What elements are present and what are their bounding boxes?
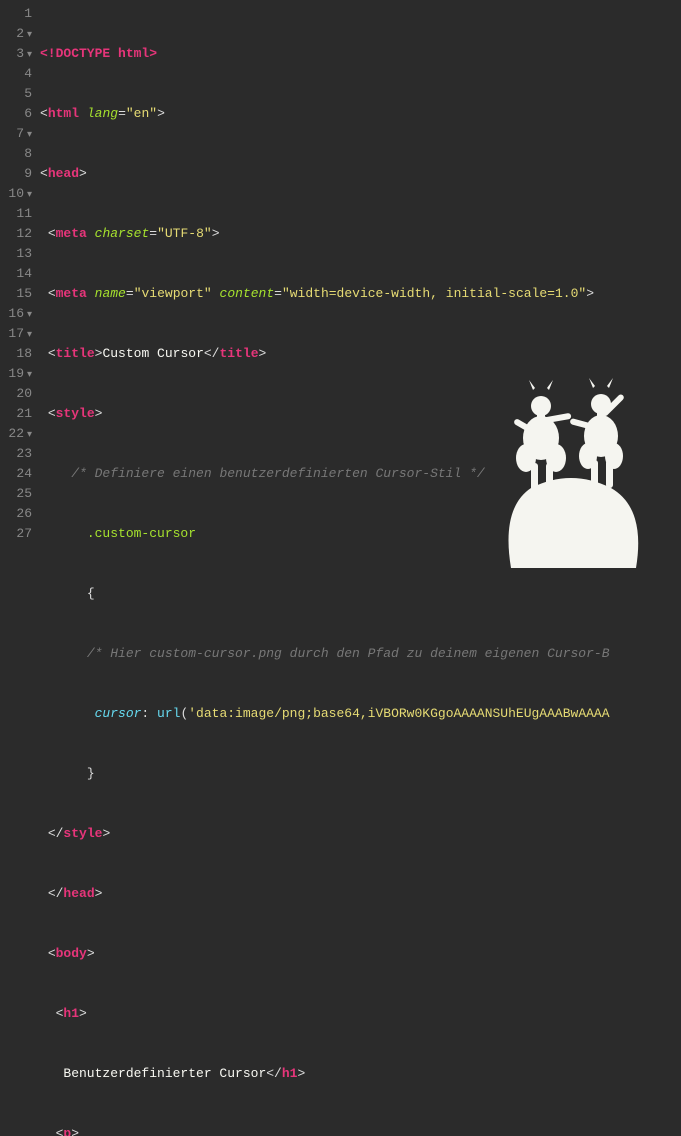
code-line[interactable]: <!DOCTYPE html> <box>40 44 610 64</box>
line-number: 17▾ <box>4 324 32 344</box>
code-line[interactable]: { <box>40 584 610 604</box>
code-line[interactable]: <title>Custom Cursor</title> <box>40 344 610 364</box>
code-line[interactable]: <style> <box>40 404 610 424</box>
line-number: 6 <box>4 104 32 124</box>
code-editor[interactable]: 1 2▾ 3▾ 4 5 6 7▾ 8 9 10▾ 11 12 13 14 15 … <box>0 0 681 568</box>
line-number: 1 <box>4 4 32 24</box>
code-line[interactable]: <meta charset="UTF-8"> <box>40 224 610 244</box>
line-number: 19▾ <box>4 364 32 384</box>
line-number: 27 <box>4 524 32 544</box>
line-number: 9 <box>4 164 32 184</box>
code-line[interactable]: <h1> <box>40 1004 610 1024</box>
line-number: 10▾ <box>4 184 32 204</box>
line-number: 3▾ <box>4 44 32 64</box>
line-number: 11 <box>4 204 32 224</box>
line-number: 18 <box>4 344 32 364</box>
line-number: 23 <box>4 444 32 464</box>
code-line[interactable]: <meta name="viewport" content="width=dev… <box>40 284 610 304</box>
code-line[interactable]: cursor: url('data:image/png;base64,iVBOR… <box>40 704 610 724</box>
code-line[interactable]: </style> <box>40 824 610 844</box>
line-number: 14 <box>4 264 32 284</box>
line-number: 4 <box>4 64 32 84</box>
line-number: 13 <box>4 244 32 264</box>
line-number: 25 <box>4 484 32 504</box>
line-number: 24 <box>4 464 32 484</box>
line-number: 21 <box>4 404 32 424</box>
code-line[interactable]: .custom-cursor <box>40 524 610 544</box>
line-number: 8 <box>4 144 32 164</box>
code-line[interactable]: } <box>40 764 610 784</box>
code-line[interactable]: /* Definiere einen benutzerdefinierten C… <box>40 464 610 484</box>
code-line[interactable]: /* Hier custom-cursor.png durch den Pfad… <box>40 644 610 664</box>
line-number: 12 <box>4 224 32 244</box>
code-line[interactable]: <p> <box>40 1124 610 1136</box>
line-number: 15 <box>4 284 32 304</box>
code-line[interactable]: <head> <box>40 164 610 184</box>
code-area[interactable]: <!DOCTYPE html> <html lang="en"> <head> … <box>40 0 610 568</box>
code-line[interactable]: <html lang="en"> <box>40 104 610 124</box>
line-number: 5 <box>4 84 32 104</box>
code-line[interactable]: </head> <box>40 884 610 904</box>
line-number: 7▾ <box>4 124 32 144</box>
line-gutter: 1 2▾ 3▾ 4 5 6 7▾ 8 9 10▾ 11 12 13 14 15 … <box>0 0 40 568</box>
line-number: 2▾ <box>4 24 32 44</box>
code-line[interactable]: <body> <box>40 944 610 964</box>
line-number: 22▾ <box>4 424 32 444</box>
line-number: 16▾ <box>4 304 32 324</box>
line-number: 26 <box>4 504 32 524</box>
code-line[interactable]: Benutzerdefinierter Cursor</h1> <box>40 1064 610 1084</box>
line-number: 20 <box>4 384 32 404</box>
